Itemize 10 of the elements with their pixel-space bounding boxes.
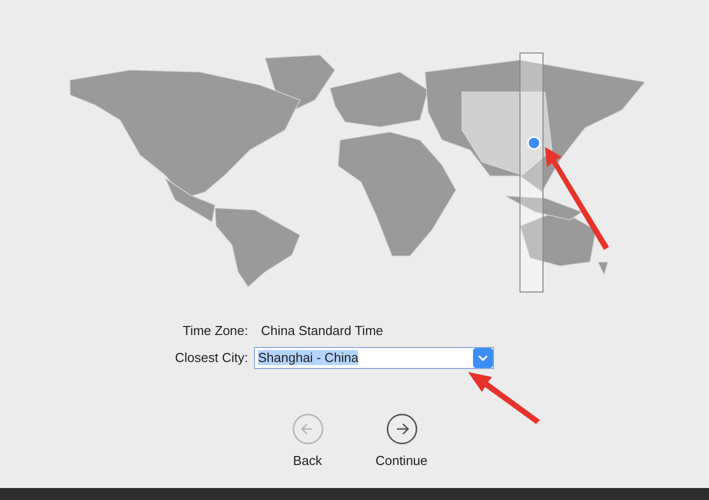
field-label: Time Zone: xyxy=(182,322,248,340)
closest-city-dropdown[interactable]: Shanghai - China xyxy=(254,346,494,368)
right-arrow-circle-icon xyxy=(386,412,418,444)
time-zone-value: China Standard Time xyxy=(260,322,384,340)
annotation-arrow xyxy=(468,372,540,424)
field-label: Closest City: xyxy=(174,348,248,367)
chevron-icon xyxy=(473,348,493,368)
world-map-drawing[interactable] xyxy=(70,54,646,288)
left-arrow-circle-icon xyxy=(292,412,324,444)
continue-button[interactable]: Continue xyxy=(372,412,432,470)
